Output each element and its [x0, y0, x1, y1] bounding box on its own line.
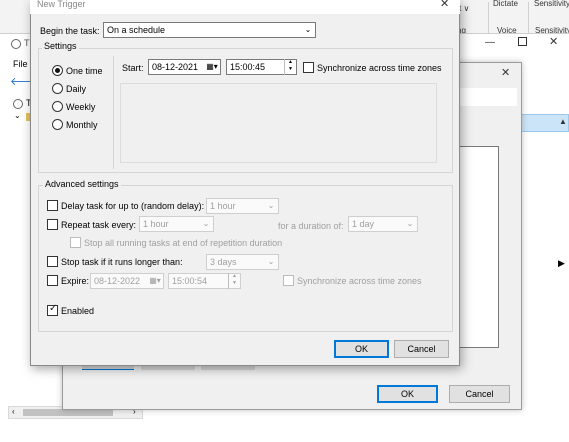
- collapse-icon[interactable]: ▲: [559, 117, 567, 126]
- ok-button[interactable]: OK: [334, 340, 389, 358]
- properties-tabstrip: [460, 88, 517, 106]
- begin-task-value: On a schedule: [107, 25, 166, 35]
- scroll-thumb[interactable]: [23, 409, 113, 416]
- chevron-down-icon: ⌄: [267, 257, 275, 266]
- spin-up-icon[interactable]: ▲: [285, 59, 296, 66]
- settings-legend: Settings: [42, 41, 79, 51]
- recurrence-panel: [120, 83, 437, 163]
- clock-icon: [13, 99, 23, 109]
- repeat-interval-select[interactable]: 1 hour ⌄: [139, 216, 214, 232]
- scroll-left-icon[interactable]: ‹: [12, 407, 15, 416]
- spin-down-icon[interactable]: ▼: [229, 280, 240, 287]
- delay-value: 1 hour: [210, 201, 236, 211]
- advanced-settings-legend: Advanced settings: [43, 179, 121, 189]
- stop-task-value: 3 days: [210, 257, 237, 267]
- actions-header[interactable]: ▲: [515, 114, 569, 132]
- stop-task-select[interactable]: 3 days ⌄: [206, 254, 279, 270]
- radio-daily-label: Daily: [66, 84, 87, 94]
- repeat-task-label: Repeat task every:: [61, 220, 137, 230]
- repeat-interval-value: 1 hour: [143, 219, 169, 229]
- duration-select[interactable]: 1 day ⌄: [348, 216, 418, 232]
- radio-weekly-label: Weekly: [66, 102, 96, 112]
- stop-task-checkbox[interactable]: [47, 256, 58, 267]
- expire-sync-checkbox[interactable]: [283, 275, 294, 286]
- enabled-checkbox[interactable]: [47, 303, 58, 316]
- expire-date-picker[interactable]: 08-12-2022 ▦▾: [90, 273, 164, 289]
- delay-task-checkbox[interactable]: [47, 200, 58, 211]
- maximize-icon[interactable]: [518, 37, 527, 46]
- ribbon-sensitivity[interactable]: Sensitivity: [534, 0, 569, 8]
- begin-task-label: Begin the task:: [40, 26, 100, 36]
- expire-date-value: 08-12-2022: [94, 276, 141, 286]
- duration-label: for a duration of:: [278, 221, 344, 231]
- stop-task-label: Stop task if it runs longer than:: [61, 257, 183, 267]
- radio-monthly-label: Monthly: [66, 120, 98, 130]
- begin-task-select[interactable]: On a schedule ⌄: [103, 22, 316, 38]
- properties-close-icon[interactable]: ✕: [501, 66, 510, 79]
- time-spinner[interactable]: ▲ ▼: [284, 59, 296, 75]
- duration-value: 1 day: [352, 219, 375, 229]
- expire-sync-label: Synchronize across time zones: [297, 276, 422, 286]
- dialog-titlebar: New Trigger ✕: [30, 0, 460, 14]
- delay-select[interactable]: 1 hour ⌄: [206, 198, 279, 214]
- start-time-field[interactable]: 15:00:45 ▲ ▼: [226, 59, 297, 75]
- sync-time-zones-checkbox[interactable]: [303, 62, 314, 73]
- start-label: Start:: [122, 63, 144, 73]
- button-strip: [82, 366, 134, 370]
- clock-icon: [11, 39, 21, 49]
- chevron-down-icon: ⌄: [406, 219, 414, 228]
- enabled-label: Enabled: [61, 306, 95, 316]
- stop-all-tasks-checkbox[interactable]: [70, 237, 81, 248]
- settings-divider: [113, 56, 114, 169]
- sync-time-zones-label: Synchronize across time zones: [317, 63, 442, 73]
- expire-time-field[interactable]: 15:00:54 ▲ ▼: [168, 273, 241, 289]
- dialog-close-icon[interactable]: ✕: [440, 0, 449, 10]
- expire-label: Expire:: [61, 276, 90, 286]
- chevron-down-icon: ⌄: [304, 25, 312, 34]
- radio-daily[interactable]: [52, 83, 63, 94]
- dialog-title: New Trigger: [37, 0, 86, 9]
- cancel-button[interactable]: Cancel: [394, 340, 449, 358]
- button-strip: [201, 366, 255, 370]
- time-spinner[interactable]: ▲ ▼: [228, 273, 240, 289]
- expire-checkbox[interactable]: [47, 275, 58, 286]
- spin-up-icon[interactable]: ▲: [229, 273, 240, 280]
- radio-monthly[interactable]: [52, 119, 63, 130]
- radio-weekly[interactable]: [52, 101, 63, 112]
- ribbon-dictate[interactable]: Dictate: [493, 0, 518, 8]
- button-strip: [141, 366, 195, 370]
- properties-content-frame: [458, 146, 499, 348]
- calendar-icon[interactable]: ▦▾: [148, 276, 162, 286]
- start-date-value: 08-12-2021: [152, 62, 199, 72]
- start-time-value: 15:00:45: [230, 62, 266, 72]
- repeat-task-checkbox[interactable]: [47, 219, 58, 230]
- minimize-icon[interactable]: —: [485, 37, 495, 48]
- chevron-down-icon[interactable]: ⌄: [14, 111, 21, 120]
- ribbon-separator: [528, 2, 529, 36]
- radio-one-time-label: One time: [66, 66, 103, 76]
- properties-ok-button[interactable]: OK: [377, 385, 438, 403]
- expand-arrow-icon[interactable]: ▶: [558, 258, 565, 269]
- radio-one-time[interactable]: [52, 65, 63, 76]
- app-initial: T: [24, 38, 30, 48]
- ribbon-separator: [488, 2, 489, 36]
- calendar-icon[interactable]: ▦▾: [205, 62, 219, 72]
- start-date-picker[interactable]: 08-12-2021 ▦▾: [148, 59, 221, 75]
- delay-task-label: Delay task for up to (random delay):: [61, 201, 205, 211]
- menu-file[interactable]: File: [13, 59, 28, 69]
- properties-cancel-button[interactable]: Cancel: [449, 385, 510, 403]
- close-icon[interactable]: ✕: [549, 35, 558, 48]
- expire-time-value: 15:00:54: [172, 276, 208, 286]
- chevron-down-icon: ⌄: [267, 201, 275, 210]
- spin-down-icon[interactable]: ▼: [285, 66, 296, 73]
- chevron-down-icon: ⌄: [202, 219, 210, 228]
- stop-all-tasks-label: Stop all running tasks at end of repetit…: [84, 238, 283, 248]
